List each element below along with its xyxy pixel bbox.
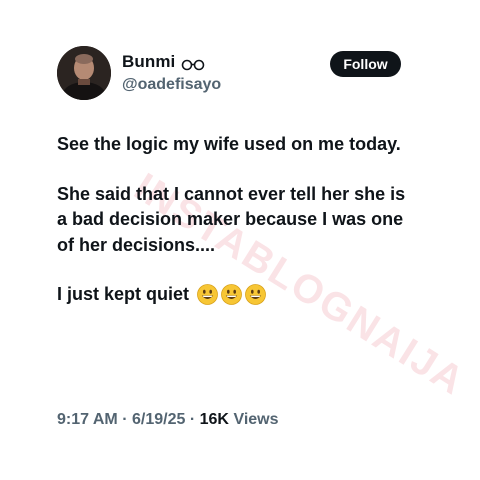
avatar[interactable] [57, 46, 111, 100]
tweet-time[interactable]: 9:17 AM [57, 411, 118, 428]
author-name[interactable]: Bunmi [122, 52, 175, 72]
grinning-face-emoji-icon [245, 284, 266, 306]
tweet-meta: 9:17 AM · 6/19/25 · 16K Views [57, 411, 279, 429]
tweet-text: See the logic my wife used on me today. … [57, 132, 417, 308]
meta-separator: · [122, 411, 128, 428]
glasses-icon [181, 56, 205, 71]
grinning-face-emoji-icon [221, 284, 242, 306]
tweet-date[interactable]: 6/19/25 [132, 411, 185, 428]
views-count: 16K [199, 411, 229, 428]
emoji-row [197, 284, 266, 306]
grinning-face-emoji-icon [197, 284, 218, 306]
tweet-paragraph: I just kept quiet [57, 284, 190, 304]
author-handle[interactable]: @oadefisayo [122, 76, 221, 94]
views-label: Views [233, 411, 279, 428]
tweet-paragraph: She said that I cannot ever tell her she… [57, 183, 406, 255]
meta-separator: · [189, 411, 196, 428]
author-name-row[interactable]: Bunmi [122, 52, 205, 72]
profile-photo-icon [57, 46, 111, 100]
tweet-paragraph-last: I just kept quiet [57, 282, 417, 308]
follow-button[interactable]: Follow [330, 51, 401, 77]
tweet-paragraph: See the logic my wife used on me today. [57, 134, 401, 154]
